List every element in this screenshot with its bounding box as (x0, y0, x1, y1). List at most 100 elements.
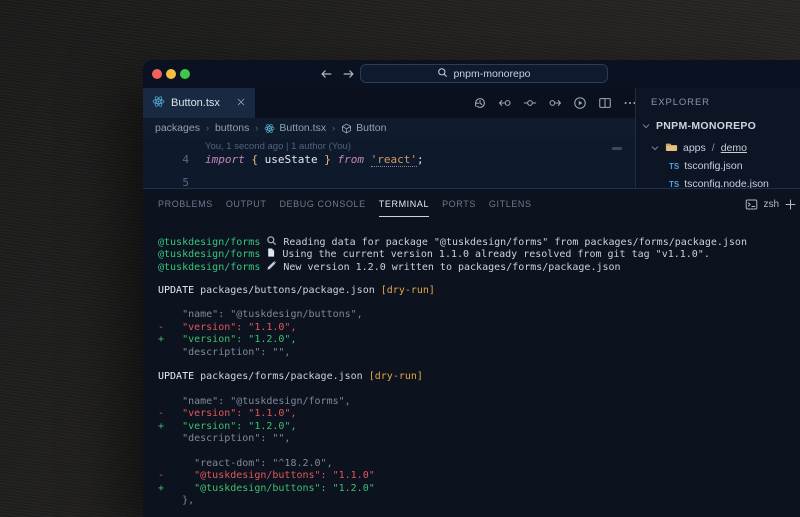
back-arrow-icon[interactable] (319, 67, 333, 81)
tab-output[interactable]: OUTPUT (226, 199, 267, 209)
chevron-down-icon (641, 121, 651, 131)
close-tab-icon[interactable] (236, 97, 246, 110)
code-line: import { useState } from 'react'; (205, 153, 424, 166)
minimize-window-button[interactable] (166, 69, 176, 79)
zoom-window-button[interactable] (180, 69, 190, 79)
chevron-right-icon: › (332, 123, 335, 133)
terminal-line: "description": "", (158, 347, 800, 359)
text-segment: "description": "", (158, 347, 290, 358)
text-segment: [dry-run] (369, 371, 423, 382)
text-segment: ; (417, 153, 424, 166)
typescript-icon: TS (669, 180, 679, 189)
open-changes-icon[interactable] (523, 96, 537, 110)
chevron-right-icon: › (255, 123, 258, 133)
explorer-item-tsconfig-json[interactable]: TS tsconfig.json (669, 158, 743, 174)
editor-tab-bar: Button.tsx (143, 88, 635, 118)
minimap[interactable] (612, 147, 622, 150)
terminal-line (158, 384, 800, 396)
text-segment: [dry-run] (381, 285, 435, 296)
breadcrumb-symbol[interactable]: Button (341, 122, 386, 134)
breadcrumb-file[interactable]: Button.tsx (264, 122, 326, 134)
terminal-line (158, 297, 800, 309)
text-segment: @tuskdesign/forms (158, 262, 266, 273)
search-icon (437, 67, 448, 81)
next-change-icon[interactable] (548, 96, 562, 110)
text-segment: New version 1.2.0 written to packages/fo… (277, 262, 620, 273)
text-segment: "description": "", (158, 433, 290, 444)
terminal-line (158, 272, 800, 284)
text-segment: from (331, 153, 371, 166)
text-segment: + "version": "1.2.0", (158, 334, 296, 345)
command-center-search[interactable]: pnpm-monorepo (360, 64, 608, 83)
shell-selector[interactable]: zsh (763, 199, 779, 210)
terminal-line: - "version": "1.1.0", (158, 322, 800, 334)
text-segment: UPDATE (158, 285, 194, 296)
text-segment: + "@tuskdesign/buttons": "1.2.0" (158, 483, 375, 494)
panel-tab-strip: PROBLEMS OUTPUT DEBUG CONSOLE TERMINAL P… (158, 189, 532, 219)
tab-problems[interactable]: PROBLEMS (158, 199, 213, 209)
terminal-line: + "version": "1.2.0", (158, 334, 800, 346)
text-segment: 'react' (371, 153, 417, 167)
terminal-line: - "@tuskdesign/buttons": "1.1.0" (158, 470, 800, 482)
text-segment: + "version": "1.2.0", (158, 421, 296, 432)
line-number: 4 (163, 153, 189, 166)
split-editor-icon[interactable] (598, 96, 612, 110)
breadcrumb-packages[interactable]: packages (155, 122, 200, 134)
explorer-item-apps-demo[interactable]: apps/demo (650, 140, 747, 156)
text-segment: Using the current version 1.1.0 already … (276, 249, 709, 260)
run-file-icon[interactable] (573, 96, 587, 110)
text-segment: @tuskdesign/forms (158, 249, 266, 260)
tab-debug-console[interactable]: DEBUG CONSOLE (279, 199, 365, 209)
react-icon (152, 95, 165, 111)
search-icon (266, 237, 277, 248)
line-number: 5 (163, 176, 189, 188)
file-icon (266, 249, 276, 260)
terminal-output[interactable]: @tuskdesign/forms Reading data for packa… (158, 235, 800, 508)
text-segment: { (251, 153, 264, 166)
forward-arrow-icon[interactable] (342, 67, 356, 81)
breadcrumb-buttons[interactable]: buttons (215, 122, 249, 134)
text-segment: - "@tuskdesign/buttons": "1.1.0" (158, 470, 375, 481)
react-icon (264, 123, 275, 134)
terminal-controls: zsh (745, 189, 797, 219)
terminal-shell-icon (745, 198, 758, 211)
text-segment: - "version": "1.1.0", (158, 408, 296, 419)
breadcrumb: packages › buttons › Button.tsx › Button (143, 118, 635, 138)
terminal-line: + "@tuskdesign/buttons": "1.2.0" (158, 483, 800, 495)
new-terminal-icon[interactable] (784, 198, 797, 211)
tab-gitlens[interactable]: GITLENS (489, 199, 532, 209)
chevron-right-icon: › (206, 123, 209, 133)
typescript-icon: TS (669, 162, 679, 171)
terminal-line: - "version": "1.1.0", (158, 408, 800, 420)
vscode-window: pnpm-monorepo Button.tsx packages › butt… (143, 60, 800, 517)
folder-icon (665, 141, 678, 156)
tab-button-tsx[interactable]: Button.tsx (143, 88, 255, 118)
text-segment: } (318, 153, 331, 166)
window-controls (152, 69, 190, 79)
terminal-line: @tuskdesign/forms New version 1.2.0 writ… (158, 260, 800, 272)
text-segment: "name": "@tuskdesign/forms", (158, 396, 351, 407)
code-editor[interactable]: You, 1 second ago | 1 author (You) 4 imp… (143, 138, 635, 188)
tab-terminal[interactable]: TERMINAL (379, 199, 429, 209)
pencil-icon (266, 262, 277, 273)
explorer-root-folder[interactable]: PNPM-MONOREPO (641, 118, 756, 134)
terminal-line: }, (158, 495, 800, 507)
bottom-panel: PROBLEMS OUTPUT DEBUG CONSOLE TERMINAL P… (143, 188, 800, 517)
text-segment: Reading data for package "@tuskdesign/fo… (277, 237, 747, 248)
timeline-icon[interactable] (473, 96, 487, 110)
text-segment: import (205, 153, 251, 166)
text-segment: packages/buttons/package.json (194, 285, 381, 296)
tab-ports[interactable]: PORTS (442, 199, 476, 209)
title-bar: pnpm-monorepo (143, 60, 800, 88)
close-window-button[interactable] (152, 69, 162, 79)
previous-change-icon[interactable] (498, 96, 512, 110)
explorer-item-tsconfig-node-json[interactable]: TS tsconfig.node.json (669, 176, 769, 188)
git-blame-annotation: You, 1 second ago | 1 author (You) (205, 141, 351, 152)
editor-actions (473, 88, 637, 118)
text-segment: }, (158, 495, 194, 506)
text-segment: "name": "@tuskdesign/buttons", (158, 309, 363, 320)
text-segment: "react-dom": "^18.2.0", (158, 458, 333, 469)
chevron-down-icon (650, 143, 660, 153)
terminal-line: "name": "@tuskdesign/forms", (158, 396, 800, 408)
terminal-line: "name": "@tuskdesign/buttons", (158, 309, 800, 321)
